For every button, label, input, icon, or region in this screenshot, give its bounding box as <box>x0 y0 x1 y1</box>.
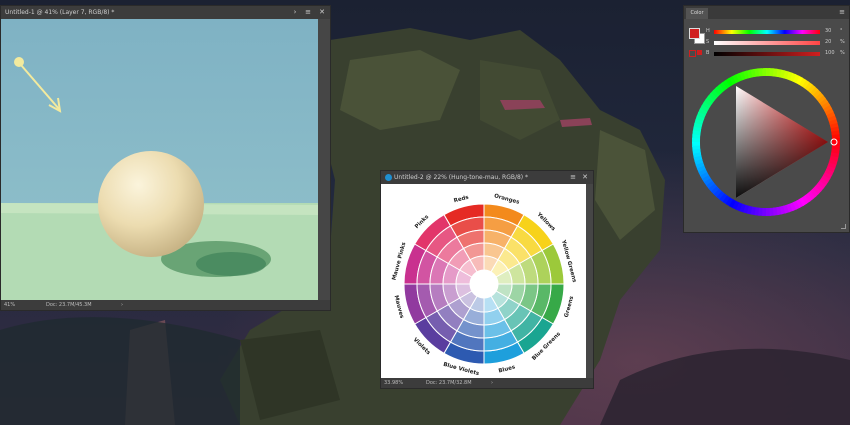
window-1-canvas[interactable] <box>1 19 318 300</box>
window-1-doc-size: Doc: 23.7M/45.3M <box>46 302 92 308</box>
brightness-slider-label: B <box>706 50 710 56</box>
gamut-warning-icon[interactable] <box>697 50 702 55</box>
color-panel-tab-label: Color <box>690 10 704 16</box>
saturation-slider-value[interactable]: 20 <box>825 39 831 45</box>
color-panel-tab[interactable]: Color <box>686 8 708 19</box>
window-1-title: Untitled-1 @ 41% (Layer 7, RGB/8) * <box>5 9 115 16</box>
color-wheel-label: Blues <box>498 364 517 374</box>
brightness-slider-value[interactable]: 100 <box>825 50 835 56</box>
window-1-menu-icon[interactable]: ≡ <box>303 6 313 19</box>
color-panel-menu-icon[interactable]: ≡ <box>837 6 847 19</box>
color-wheel-label: Mauves <box>393 295 405 320</box>
window-2-menu-icon[interactable]: ≡ <box>568 171 578 184</box>
brightness-slider-track[interactable] <box>714 52 820 56</box>
brightness-slider-unit: % <box>840 50 845 56</box>
window-1-titlebar[interactable]: Untitled-1 @ 41% (Layer 7, RGB/8) * <box>1 6 330 19</box>
window-1-statusbar: 41% Doc: 23.7M/45.3M › <box>1 300 330 310</box>
hue-slider-row[interactable]: H 30 ° <box>706 28 846 36</box>
window-2-statusbar: 33.98% Doc: 23.7M/32.8M › <box>381 378 593 388</box>
color-wheel-center <box>470 270 498 298</box>
window-1-zoom: 41% <box>4 302 16 308</box>
swap-colors-icon[interactable] <box>689 50 696 57</box>
saturation-slider-unit: % <box>840 39 845 45</box>
saturation-slider-track[interactable] <box>714 41 820 45</box>
color-panel-resize-icon[interactable] <box>841 224 846 229</box>
hue-slider-unit: ° <box>840 28 843 34</box>
window-2-status-arrow-icon[interactable]: › <box>491 378 493 388</box>
window-2-title: Untitled-2 @ 22% (Hung-tone-mau, RGB/8) … <box>394 174 529 181</box>
hue-slider-value[interactable]: 30 <box>825 28 831 34</box>
color-wheel-chart: Reds OrangesYellowsYellow GreensGreensBlu… <box>392 193 578 378</box>
window-2-doc-size: Doc: 23.7M/32.8M <box>426 380 472 386</box>
saturation-slider-label: S <box>706 39 710 45</box>
brightness-slider-row[interactable]: B 100 % <box>706 50 846 58</box>
window-2-zoom: 33.98% <box>384 380 404 386</box>
window-1-close-icon[interactable]: ✕ <box>317 6 327 19</box>
window-1-scrollbar[interactable] <box>318 19 330 300</box>
color-panel[interactable]: Color ≡ H 30 ° S 20 % B 100 % <box>683 5 850 233</box>
hue-slider-label: H <box>706 28 710 34</box>
color-wheel-label: Blue Violets <box>442 362 480 378</box>
foreground-swatch[interactable] <box>689 28 700 39</box>
document-window-1[interactable]: Untitled-1 @ 41% (Layer 7, RGB/8) * › ≡ … <box>0 5 331 311</box>
window-2-canvas[interactable]: Reds Oranges Yellows Yellow Greens Greens Blu… <box>381 184 587 380</box>
document-window-2[interactable]: Untitled-2 @ 22% (Hung-tone-mau, RGB/8) … <box>380 170 594 389</box>
hue-slider-track[interactable] <box>714 30 820 34</box>
window-2-titlebar[interactable]: Untitled-2 @ 22% (Hung-tone-mau, RGB/8) … <box>381 171 593 184</box>
window-1-collapse-icon[interactable]: › <box>290 6 300 19</box>
window-1-status-arrow-icon[interactable]: › <box>121 300 123 310</box>
color-wheel-label: Reds <box>453 194 470 204</box>
color-wheel-label: Oranges <box>493 193 520 206</box>
hue-ring-picker[interactable] <box>688 62 846 222</box>
window-2-scrollbar[interactable] <box>586 184 593 380</box>
sphere-painting <box>1 19 318 300</box>
window-2-close-icon[interactable]: ✕ <box>580 171 590 184</box>
color-wheel-label: Greens <box>564 295 576 318</box>
photoshop-icon <box>385 174 392 181</box>
saturation-slider-row[interactable]: S 20 % <box>706 39 846 47</box>
